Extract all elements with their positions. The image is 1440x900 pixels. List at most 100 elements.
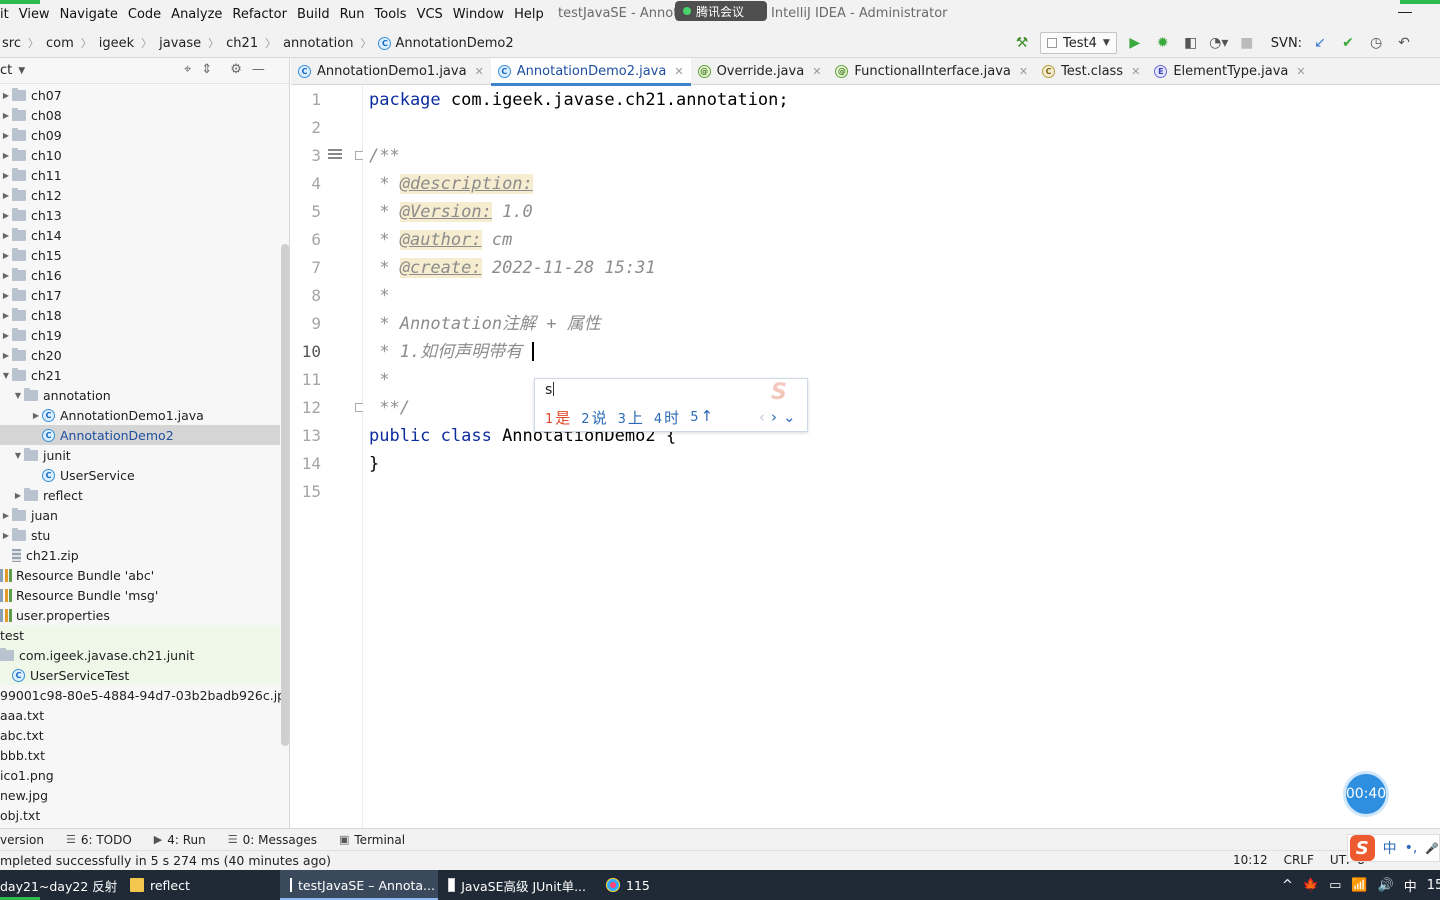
close-icon[interactable]: ✕ xyxy=(674,65,683,78)
tree-item-99001c98-80e5-4884-94d7-03b2badb926c-jpg[interactable]: 99001c98-80e5-4884-94d7-03b2badb926c.jpg xyxy=(0,685,289,705)
ime-candidate[interactable]: 4时 xyxy=(654,407,679,428)
ime-candidate[interactable]: 2说 xyxy=(581,407,606,428)
close-icon[interactable]: ✕ xyxy=(1019,65,1028,78)
sogou-ime-toolbar[interactable]: S 中 •, 🎤 xyxy=(1347,834,1440,862)
expand-down-icon[interactable]: ▼ xyxy=(0,371,12,380)
menu-item-analyze[interactable]: Analyze xyxy=(166,7,227,22)
tool-tab-6-todo[interactable]: ☰ 6: TODO xyxy=(66,833,132,847)
taskbar-item-reflect[interactable]: reflect xyxy=(120,870,280,900)
chevron-down-icon[interactable]: ▼ xyxy=(18,66,25,76)
breadcrumb-item-ch21[interactable]: ch21 xyxy=(224,36,260,51)
tree-item-ch11[interactable]: ▶ ch11 xyxy=(0,165,280,185)
expand-right-icon[interactable]: ▶ xyxy=(0,271,12,280)
tab-annotationdemo1-java[interactable]: C AnnotationDemo1.java ✕ xyxy=(291,58,491,85)
tree-item-junit[interactable]: ▼ junit xyxy=(0,445,280,465)
tree-item-annotationdemo1-java[interactable]: ▶ C AnnotationDemo1.java xyxy=(0,405,280,425)
menu-item-refactor[interactable]: Refactor xyxy=(227,7,292,22)
menu-item-navigate[interactable]: Navigate xyxy=(55,7,123,22)
tree-item-juan[interactable]: ▶ juan xyxy=(0,505,280,525)
tree-item-ch16[interactable]: ▶ ch16 xyxy=(0,265,280,285)
menu-item-window[interactable]: Window xyxy=(448,7,509,22)
project-tree-scrollbar[interactable] xyxy=(281,244,289,746)
profile-icon[interactable]: ◔▾ xyxy=(1209,33,1229,53)
expand-right-icon[interactable]: ▶ xyxy=(0,531,12,540)
tree-item-ch18[interactable]: ▶ ch18 xyxy=(0,305,280,325)
tool-tab-terminal[interactable]: ▣ Terminal xyxy=(339,833,405,847)
tree-item-resource-bundle-msg[interactable]: Resource Bundle 'msg' xyxy=(0,585,280,605)
tray-app-icon[interactable]: 🍁 xyxy=(1303,878,1319,893)
locate-file-icon[interactable]: ⌖ xyxy=(184,62,191,77)
expand-right-icon[interactable]: ▶ xyxy=(0,291,12,300)
ime-candidate[interactable]: 3上 xyxy=(618,407,643,428)
run-icon[interactable]: ▶ xyxy=(1125,33,1145,53)
close-icon[interactable]: ✕ xyxy=(1131,65,1140,78)
ime-next-page-icon[interactable]: › xyxy=(771,408,777,426)
expand-right-icon[interactable]: ▶ xyxy=(0,111,12,120)
expand-right-icon[interactable]: ▶ xyxy=(30,411,42,420)
tree-item-aaa-txt[interactable]: aaa.txt xyxy=(0,705,280,725)
ime-mode-indicator[interactable]: 中 xyxy=(1383,838,1397,858)
tool-tab-4-run[interactable]: ▶ 4: Run xyxy=(154,833,206,847)
breadcrumb-item-igeek[interactable]: igeek xyxy=(97,36,136,51)
tree-item-stu[interactable]: ▶ stu xyxy=(0,525,280,545)
expand-right-icon[interactable]: ▶ xyxy=(0,171,12,180)
line-separator[interactable]: CRLF xyxy=(1284,853,1314,867)
tree-item-userservicetest[interactable]: C UserServiceTest xyxy=(0,665,280,685)
expand-right-icon[interactable]: ▶ xyxy=(0,91,12,100)
history-icon[interactable]: ◷ xyxy=(1366,33,1386,53)
expand-right-icon[interactable]: ▶ xyxy=(0,511,12,520)
tab-functionalinterface-java[interactable]: @ FunctionalInterface.java ✕ xyxy=(828,58,1035,85)
breadcrumb-item-annotationdemo2[interactable]: C AnnotationDemo2 xyxy=(376,36,515,51)
tree-item-ch14[interactable]: ▶ ch14 xyxy=(0,225,280,245)
expand-right-icon[interactable]: ▶ xyxy=(0,331,12,340)
expand-right-icon[interactable]: ▶ xyxy=(0,311,12,320)
tree-item-test[interactable]: test xyxy=(0,625,280,645)
expand-down-icon[interactable]: ▼ xyxy=(12,451,24,460)
ime-prev-page-icon[interactable]: ‹ xyxy=(759,408,765,426)
menu-item-code[interactable]: Code xyxy=(123,7,166,22)
input-language-icon[interactable]: 中 xyxy=(1404,876,1417,895)
tree-item-ch08[interactable]: ▶ ch08 xyxy=(0,105,280,125)
tool-tab-version[interactable]: version xyxy=(0,833,44,847)
ime-punctuation-icon[interactable]: •, xyxy=(1405,840,1418,856)
expand-down-icon[interactable]: ▼ xyxy=(12,391,24,400)
recording-timer-bubble[interactable]: 00:40 xyxy=(1343,771,1389,817)
expand-right-icon[interactable]: ▶ xyxy=(0,251,12,260)
tree-item-user-properties[interactable]: user.properties xyxy=(0,605,280,625)
microphone-icon[interactable]: 🎤 xyxy=(1425,842,1439,855)
tree-item-ch15[interactable]: ▶ ch15 xyxy=(0,245,280,265)
expand-right-icon[interactable]: ▶ xyxy=(0,211,12,220)
ime-candidate[interactable]: 5 ↑ xyxy=(690,407,713,428)
tree-item-annotation[interactable]: ▼ annotation xyxy=(0,385,280,405)
taskbar-item-day21-day22[interactable]: day21~day22 反射 xyxy=(0,870,120,900)
tree-item-reflect[interactable]: ▶ reflect xyxy=(0,485,280,505)
expand-right-icon[interactable]: ▶ xyxy=(12,491,24,500)
tree-item-ch21-zip[interactable]: ch21.zip xyxy=(0,545,280,565)
breadcrumb-item-com[interactable]: com xyxy=(44,36,76,51)
tree-item-obj-txt[interactable]: obj.txt xyxy=(0,805,280,825)
breadcrumb-item-annotation[interactable]: annotation xyxy=(281,36,355,51)
tab-annotationdemo2-java[interactable]: C AnnotationDemo2.java ✕ xyxy=(490,58,691,86)
tree-item-ch09[interactable]: ▶ ch09 xyxy=(0,125,280,145)
tree-item-ico1-png[interactable]: ico1.png xyxy=(0,765,280,785)
tree-item-com-igeek-javase-ch21-junit[interactable]: com.igeek.javase.ch21.junit xyxy=(0,645,280,665)
hide-panel-icon[interactable]: — xyxy=(252,62,265,77)
status-message[interactable]: mpleted successfully in 5 s 274 ms (40 m… xyxy=(0,853,331,868)
close-icon[interactable]: ✕ xyxy=(812,65,821,78)
code-editor[interactable]: package com.igeek.javase.ch21.annotation… xyxy=(363,86,1440,828)
tree-item-bbb-txt[interactable]: bbb.txt xyxy=(0,745,280,765)
gear-icon[interactable]: ⚙ xyxy=(230,62,242,77)
minimize-window-icon[interactable] xyxy=(1398,12,1412,13)
caret-position[interactable]: 10:12 xyxy=(1233,853,1268,867)
tree-item-ch19[interactable]: ▶ ch19 xyxy=(0,325,280,345)
revert-icon[interactable]: ↶ xyxy=(1394,33,1414,53)
menu-item-it[interactable]: it xyxy=(0,7,14,22)
tab-elementtype-java[interactable]: E ElementType.java ✕ xyxy=(1147,58,1312,85)
editor-gutter[interactable]: 1 2 3 4 5 6 7 8 9 10 11 12 13 14 15 xyxy=(291,86,364,828)
tree-item-ch17[interactable]: ▶ ch17 xyxy=(0,285,280,305)
svn-commit-icon[interactable]: ✔ xyxy=(1338,33,1358,53)
battery-icon[interactable]: ▭ xyxy=(1329,878,1341,893)
tree-item-userservice[interactable]: C UserService xyxy=(0,465,280,485)
run-config-select[interactable]: Test4 ▼ xyxy=(1040,32,1117,54)
tree-item-annotationdemo2[interactable]: C AnnotationDemo2 xyxy=(0,425,280,445)
